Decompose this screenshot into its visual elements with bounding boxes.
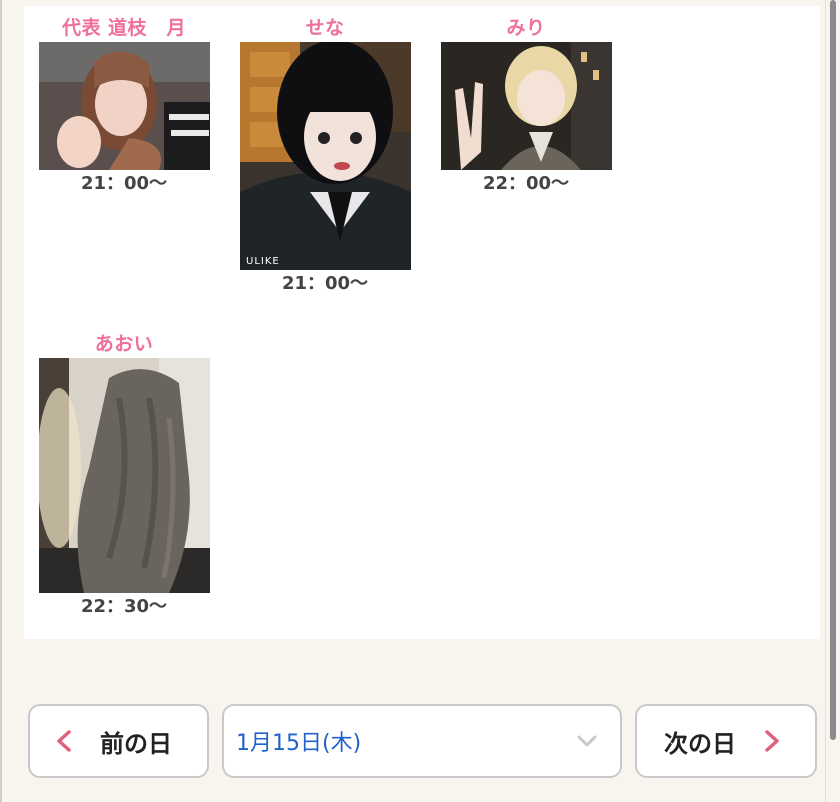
cast-start-time: 21：00〜	[281, 273, 369, 294]
date-select-value: 1月15日(木)	[236, 731, 362, 756]
cast-start-time: 21：00〜	[80, 173, 168, 194]
page-left-border	[0, 0, 2, 802]
scrollbar-thumb[interactable]	[830, 0, 836, 740]
cast-name[interactable]: あおい	[38, 330, 210, 358]
chevron-down-icon	[577, 735, 597, 747]
cast-name[interactable]: せな	[239, 14, 411, 42]
chevron-left-icon	[57, 730, 71, 752]
cast-card[interactable]: あおい 22：30〜	[38, 330, 210, 620]
cast-photo[interactable]: ULIKE	[239, 42, 411, 270]
cast-photo[interactable]	[38, 358, 210, 593]
cast-name[interactable]: みり	[440, 14, 612, 42]
photo-watermark: ULIKE	[246, 256, 280, 267]
cast-start-time: 22：30〜	[80, 596, 168, 617]
next-day-label: 次の日	[664, 729, 736, 758]
cast-card[interactable]: みり 22：00〜	[440, 14, 612, 197]
prev-day-label: 前の日	[100, 729, 172, 758]
cast-photo[interactable]	[38, 42, 210, 170]
cast-start-time: 22：00〜	[482, 173, 570, 194]
date-select[interactable]: 1月15日(木)	[222, 704, 622, 778]
prev-day-button[interactable]: 前の日	[28, 704, 209, 778]
cast-photo[interactable]	[440, 42, 612, 170]
schedule-panel: 代表 道枝 月 21：00〜 せな ULIKE 21：00〜 みり 22：00〜…	[24, 6, 820, 639]
next-day-button[interactable]: 次の日	[635, 704, 817, 778]
cast-card[interactable]: せな ULIKE 21：00〜	[239, 14, 411, 297]
scrollbar[interactable]	[825, 0, 840, 802]
chevron-right-icon	[765, 730, 779, 752]
cast-card[interactable]: 代表 道枝 月 21：00〜	[38, 14, 210, 197]
cast-name[interactable]: 代表 道枝 月	[38, 14, 210, 42]
